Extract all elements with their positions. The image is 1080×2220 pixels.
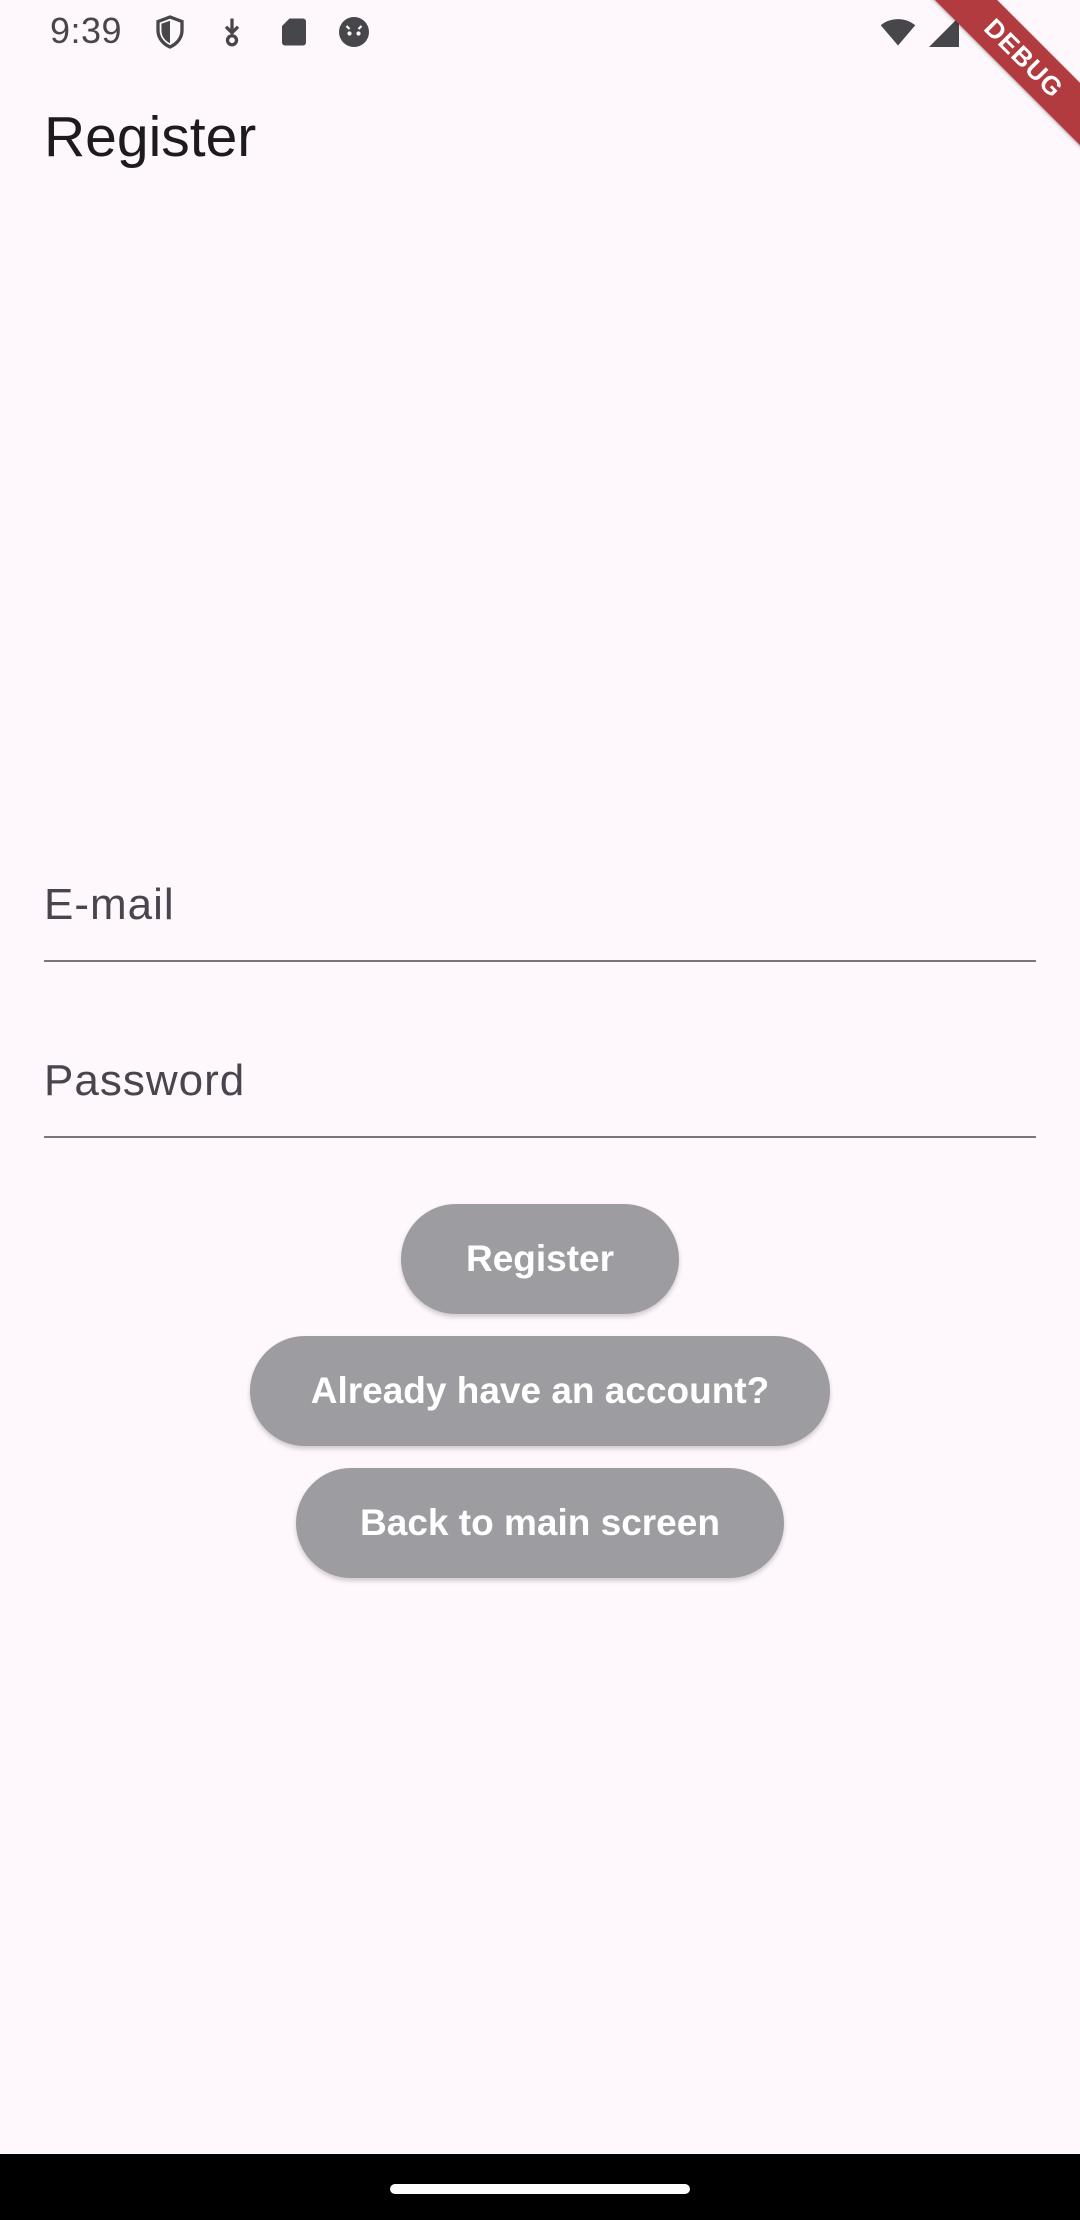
android-face-icon (336, 14, 372, 50)
home-gesture-handle[interactable] (390, 2184, 690, 2194)
debug-banner-label: DEBUG (923, 0, 1080, 159)
wifi-icon (880, 14, 916, 50)
email-field[interactable] (44, 850, 1036, 962)
password-input[interactable] (44, 1026, 1036, 1136)
sd-card-icon (276, 14, 312, 50)
status-bar: 9:39 (0, 0, 1080, 66)
page-title: Register (44, 105, 257, 169)
email-input[interactable] (44, 850, 1036, 960)
password-field[interactable] (44, 1026, 1036, 1138)
status-time: 9:39 (50, 10, 123, 51)
back-to-main-button[interactable]: Back to main screen (296, 1468, 784, 1578)
navigation-bar (0, 2154, 1080, 2220)
debug-banner: DEBUG (920, 0, 1080, 160)
already-have-account-button[interactable]: Already have an account? (250, 1336, 830, 1446)
download-icon (214, 14, 250, 50)
shield-icon (152, 14, 188, 50)
register-button[interactable]: Register (401, 1204, 679, 1314)
